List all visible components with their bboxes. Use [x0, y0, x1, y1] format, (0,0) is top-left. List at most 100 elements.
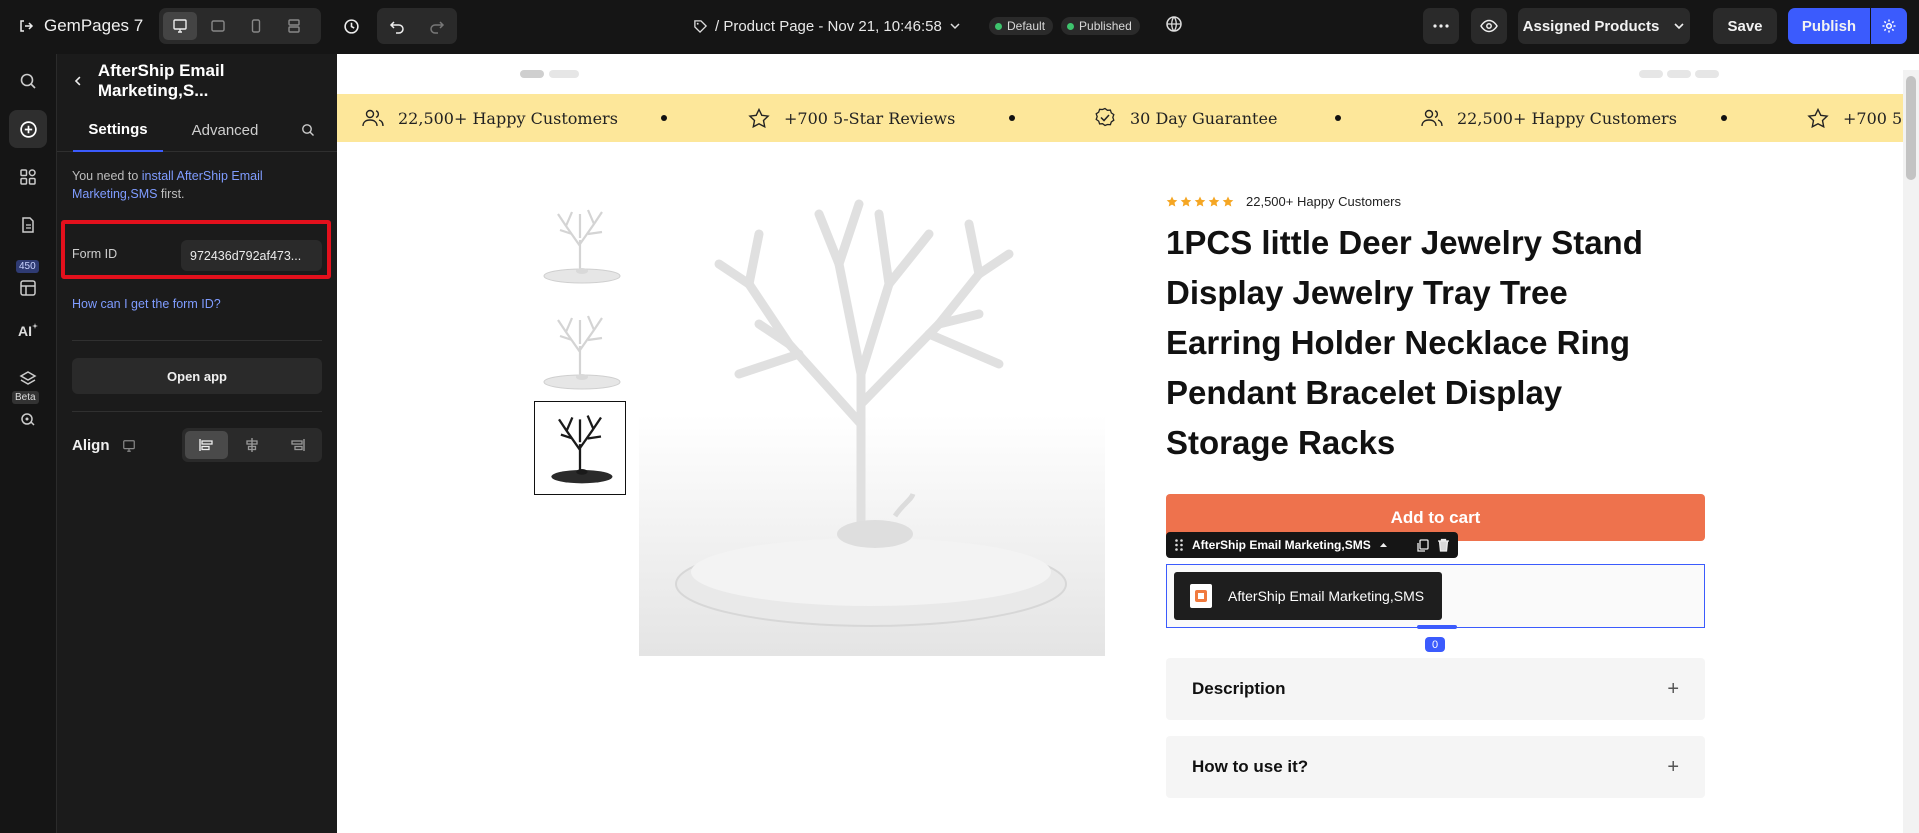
language-button[interactable] [1164, 14, 1184, 34]
page-title-dropdown[interactable]: / Product Page - Nov 21, 10:46:58 [693, 0, 961, 52]
accordion-description[interactable]: Description + [1166, 658, 1705, 720]
tablet-view-button[interactable] [201, 12, 235, 40]
drag-handle-icon[interactable] [1174, 538, 1184, 552]
marquee-text: +700 5-Star Reviews [784, 108, 956, 128]
more-button[interactable] [1423, 8, 1459, 44]
open-app-button[interactable]: Open app [72, 358, 322, 394]
aftership-button[interactable]: AfterShip Email Marketing,SMS [1174, 572, 1442, 620]
redo-icon [430, 21, 445, 34]
save-button[interactable]: Save [1713, 8, 1777, 44]
tag-icon [694, 19, 708, 33]
tab-advanced[interactable]: Advanced [169, 108, 281, 152]
divider [72, 411, 322, 412]
ai-label: AI [18, 323, 32, 339]
status-dot [1067, 22, 1075, 30]
notice-prefix: You need to [72, 169, 142, 183]
template-icon [20, 280, 36, 296]
form-id-label: Form ID [72, 247, 118, 261]
back-icon[interactable] [72, 75, 84, 87]
preview-button[interactable] [1471, 8, 1507, 44]
marquee-text: +700 5-S [1843, 108, 1903, 128]
beta-feature-rail-button[interactable] [9, 400, 47, 438]
deer-jewelry-stand-image [639, 174, 1105, 656]
product-thumbnail-selected[interactable] [534, 401, 626, 495]
star-icon [1194, 196, 1206, 206]
tab-settings[interactable]: Settings [73, 108, 163, 152]
assigned-products-dropdown[interactable]: Assigned Products [1518, 8, 1690, 44]
publish-button[interactable]: Publish [1788, 8, 1870, 44]
layers-icon [19, 371, 37, 385]
notice-suffix: first. [157, 187, 185, 201]
deer-tree-black-thumbnail-image [551, 415, 613, 484]
desktop-icon [173, 19, 187, 33]
status-dot [995, 22, 1002, 30]
chevron-down-icon [1674, 23, 1684, 30]
page-title: / Product Page - Nov 21, 10:46:58 [715, 17, 942, 35]
exit-icon [20, 20, 34, 32]
product-thumbnail[interactable] [534, 198, 626, 290]
resize-handle[interactable] [1417, 625, 1457, 629]
canvas-scrollbar[interactable] [1903, 70, 1919, 833]
apps-rail-button[interactable] [9, 158, 47, 196]
rating-stars [1166, 196, 1234, 208]
align-right-button[interactable] [276, 431, 319, 459]
ai-rail-button[interactable]: AI [9, 312, 47, 350]
desktop-view-button[interactable] [163, 12, 197, 40]
form-id-help-link[interactable]: How can I get the form ID? [72, 297, 221, 311]
search-rail-button[interactable] [9, 62, 47, 100]
caret-up-icon[interactable] [1379, 542, 1388, 548]
globe-icon [1166, 16, 1182, 32]
pages-rail-button[interactable] [9, 206, 47, 244]
carousel-indicator [549, 70, 579, 78]
selection-count-badge: 0 [1425, 637, 1445, 652]
rating-text: 22,500+ Happy Customers [1246, 194, 1402, 209]
star-icon [1222, 196, 1234, 206]
status-badges: Default Published [989, 17, 1140, 35]
top-bar: GemPages 7 / Product Page - Nov 21, 10:4… [0, 0, 1919, 54]
device-switcher [159, 8, 321, 44]
templates-rail-button[interactable] [9, 264, 47, 296]
aftership-button-label: AfterShip Email Marketing,SMS [1228, 588, 1425, 604]
undo-button[interactable] [377, 8, 417, 44]
scrollbar-thumb[interactable] [1906, 76, 1916, 180]
settings-panel: AfterShip Email Marketing,S... Settings … [57, 54, 337, 833]
product-title[interactable]: 1PCS little Deer Jewelry Stand Display J… [1166, 218, 1686, 468]
desktop-icon [122, 439, 135, 452]
marquee-separator [661, 115, 667, 121]
marquee-item: 22,500+ Happy Customers [362, 94, 618, 142]
pages-icon [22, 217, 34, 233]
layout-view-button[interactable] [277, 12, 311, 40]
accordion-how-to-use[interactable]: How to use it? + [1166, 736, 1705, 798]
history-button[interactable] [334, 8, 368, 44]
product-main-image[interactable] [639, 174, 1105, 656]
panel-search-button[interactable] [293, 108, 323, 152]
more-icon [1433, 24, 1449, 28]
duplicate-icon[interactable] [1416, 538, 1429, 552]
star-icon [1208, 196, 1220, 206]
trust-marquee: 22,500+ Happy Customers +700 5-Star Revi… [337, 94, 1903, 142]
align-left-button[interactable] [185, 431, 228, 459]
marquee-item: +700 5-Star Reviews [748, 94, 955, 142]
default-badge-label: Default [1007, 19, 1046, 33]
users-icon [1421, 109, 1443, 127]
marquee-text: 22,500+ Happy Customers [1457, 108, 1677, 128]
redo-button[interactable] [417, 8, 457, 44]
sparkle-icon [32, 323, 38, 329]
align-center-button[interactable] [231, 431, 274, 459]
form-id-field[interactable]: 972436d792af473... [181, 240, 322, 271]
left-rail: 450 AI Beta [0, 54, 57, 833]
plus-icon: + [1667, 677, 1679, 700]
aftership-element[interactable]: AfterShip Email Marketing,SMS [1166, 564, 1705, 629]
accordion-title: Description [1192, 679, 1286, 698]
marquee-item: +700 5-S [1807, 94, 1903, 142]
publish-settings-button[interactable] [1871, 8, 1907, 44]
trash-icon[interactable] [1437, 538, 1450, 552]
marquee-item: 30 Day Guarantee [1094, 94, 1277, 142]
add-element-rail-button[interactable] [9, 110, 47, 148]
mobile-view-button[interactable] [239, 12, 273, 40]
exit-button[interactable]: GemPages 7 [18, 0, 143, 52]
element-toolbar-label[interactable]: AfterShip Email Marketing,SMS [1192, 538, 1371, 552]
toolbar-placeholder [1667, 70, 1691, 78]
editor-canvas[interactable]: 22,500+ Happy Customers +700 5-Star Revi… [337, 54, 1919, 833]
product-thumbnail[interactable] [534, 304, 626, 396]
